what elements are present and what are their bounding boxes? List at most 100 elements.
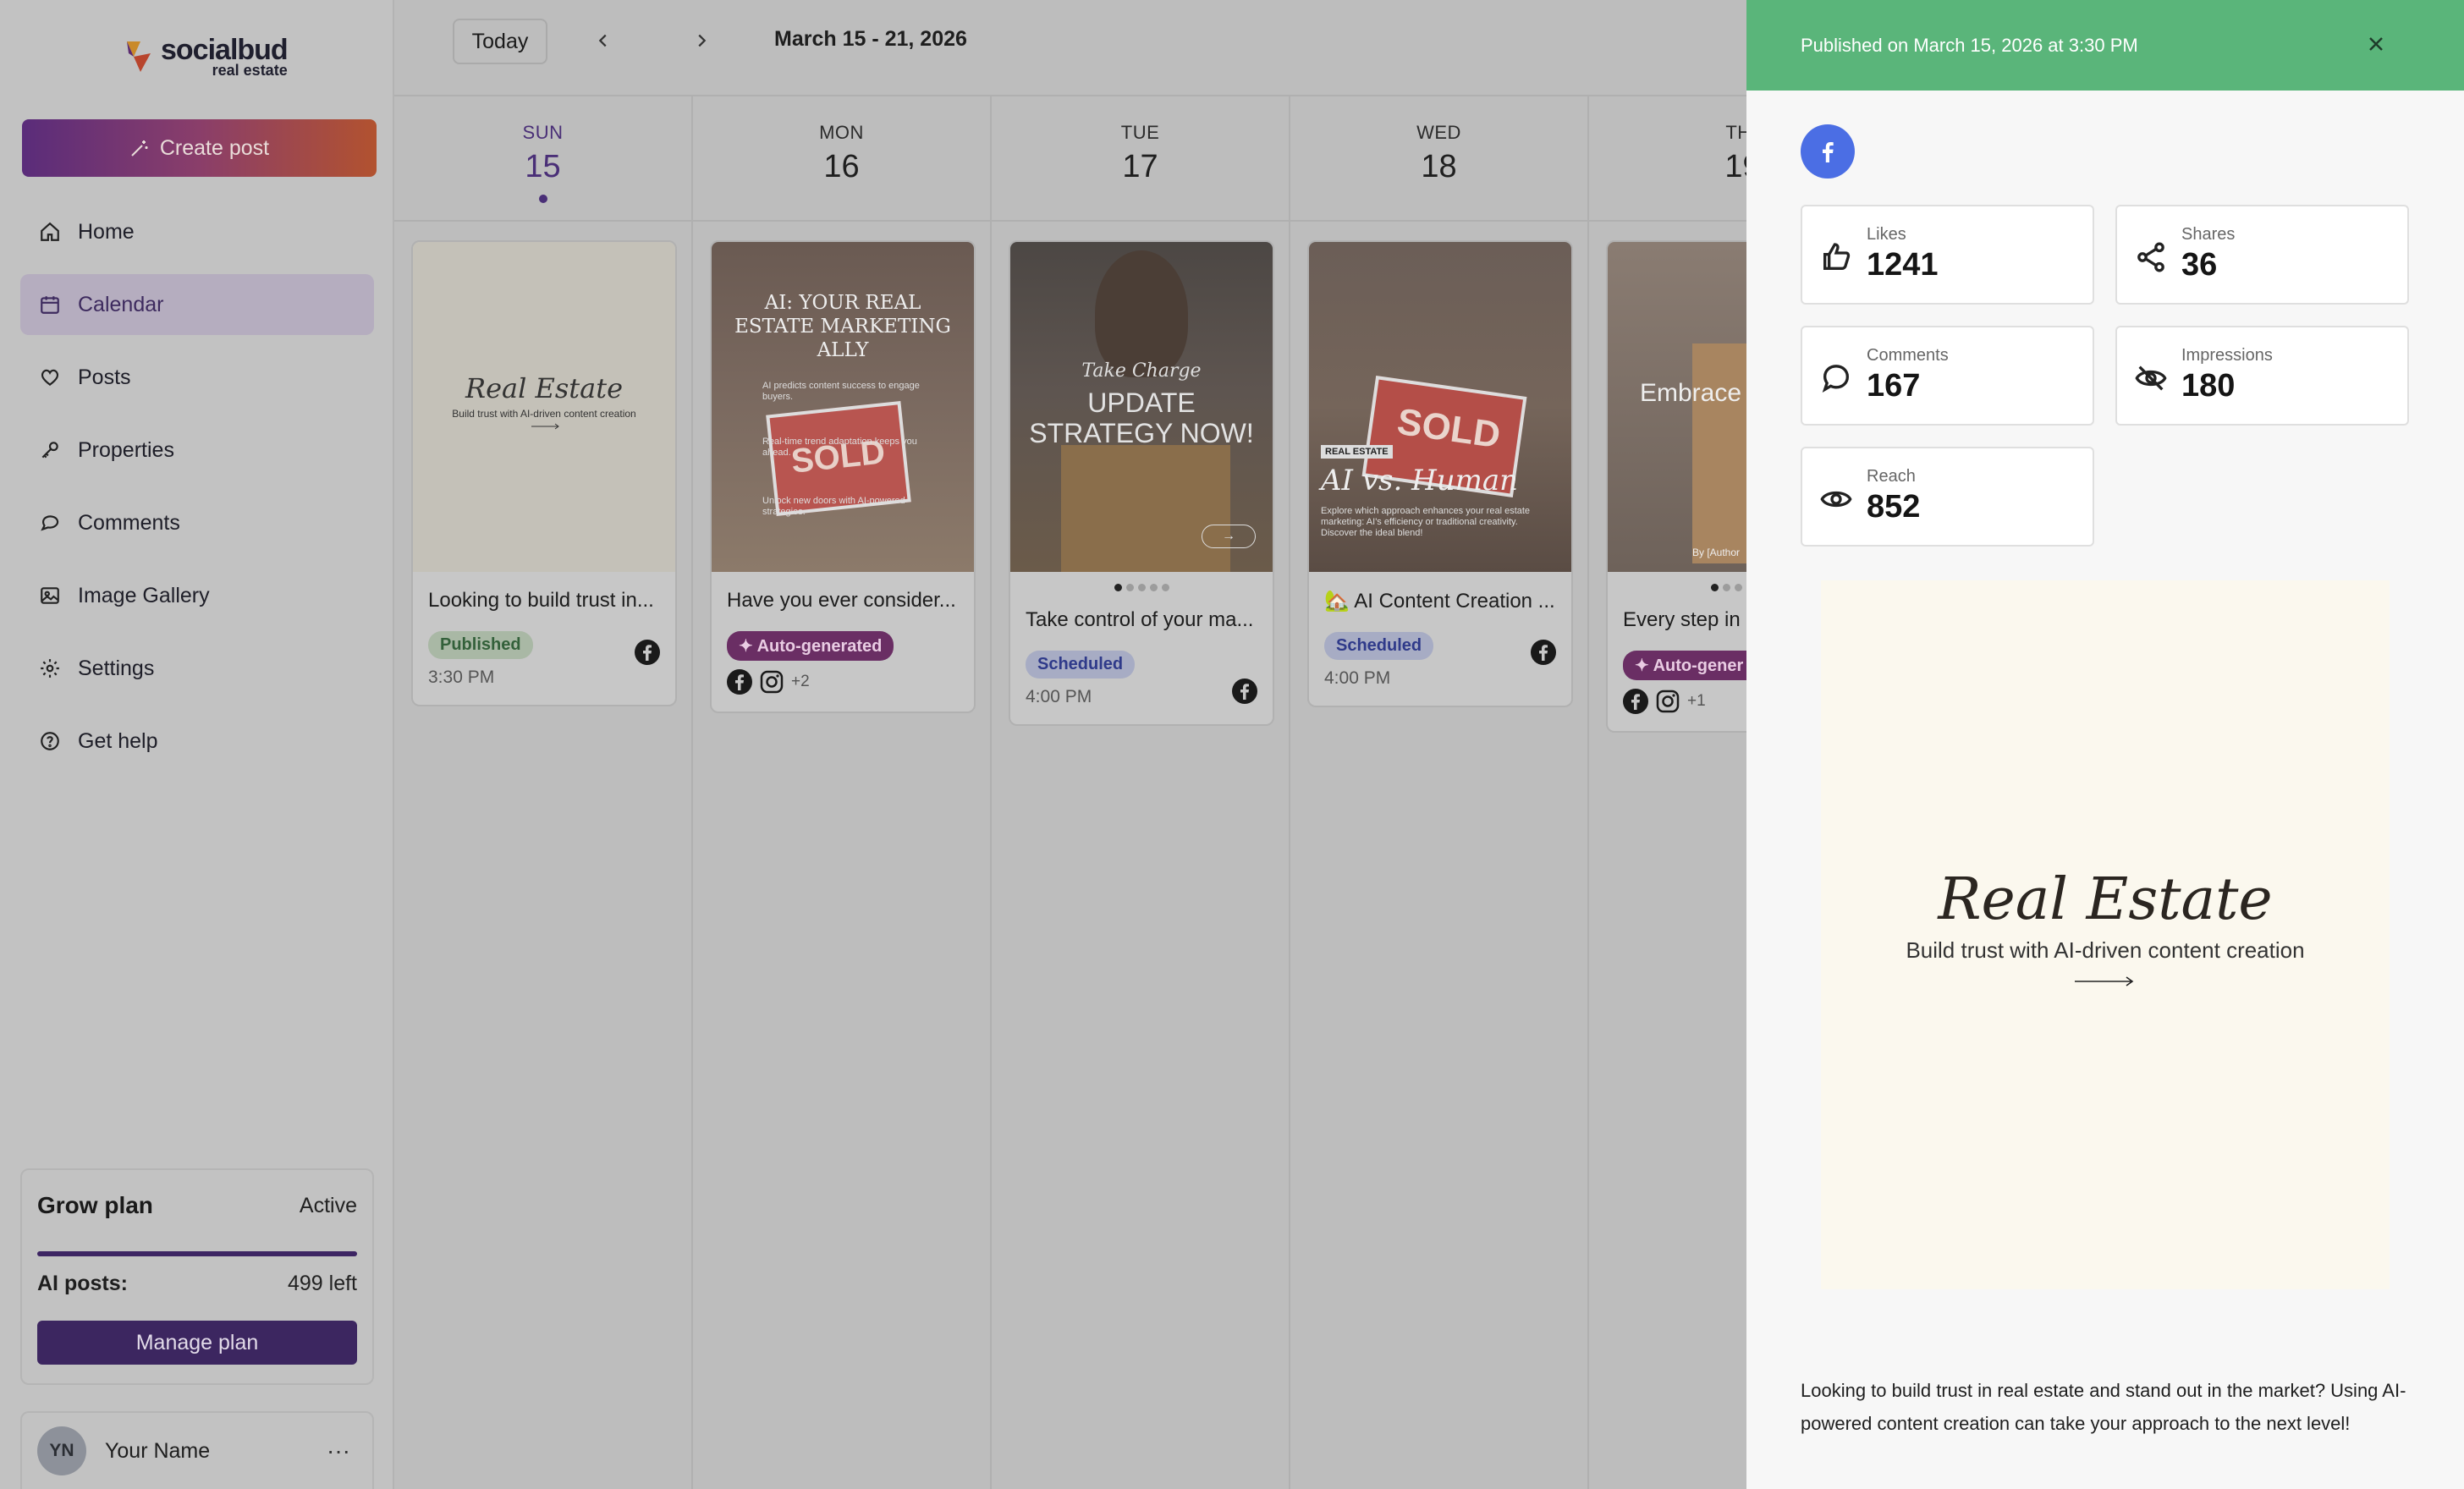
nav-item-home[interactable]: Home <box>20 201 374 262</box>
post-card[interactable]: Real Estate Build trust with AI-driven c… <box>411 240 677 706</box>
publish-status-header: Published on March 15, 2026 at 3:30 PM <box>1746 0 2464 91</box>
metric-value: 36 <box>2181 247 2218 283</box>
metric-value: 180 <box>2181 368 2236 404</box>
plan-card: Grow plan Active AI posts: 499 left Mana… <box>20 1168 374 1385</box>
comment-icon <box>1822 365 1850 393</box>
metric-likes: Likes 1241 <box>1801 205 2094 305</box>
thumb-byline: By [Author <box>1692 547 1741 558</box>
post-card[interactable]: SOLD REAL ESTATE AI vs. Human Explore wh… <box>1307 240 1573 707</box>
previous-week-button[interactable] <box>588 25 619 56</box>
close-icon <box>2369 37 2383 51</box>
nav-item-get-help[interactable]: Get help <box>20 711 374 772</box>
metric-label: Comments <box>1867 346 1949 365</box>
avatar: YN <box>37 1426 86 1475</box>
eye-off-icon <box>2135 365 2167 391</box>
day-column-tue: TUE 17 Take Charge UPDATE STRATEGY NOW! … <box>992 96 1290 1489</box>
nav-item-properties[interactable]: Properties <box>20 420 374 481</box>
post-title: Looking to build trust in... <box>428 589 654 612</box>
sidebar: socialbud real estate Create post Home C… <box>0 0 394 1489</box>
day-header[interactable]: TH 19 <box>1589 96 1746 222</box>
calendar-icon <box>41 296 59 314</box>
image-icon <box>41 587 59 604</box>
carousel-dots[interactable] <box>1010 572 1273 591</box>
thumb-point: Unlock new doors with AI-powered strateg… <box>762 496 905 517</box>
day-header[interactable]: SUN 15 <box>394 96 691 222</box>
chat-icon <box>41 515 59 531</box>
nav-label: Settings <box>78 656 155 680</box>
nav-label: Calendar <box>78 292 164 316</box>
more-options-button[interactable]: ··· <box>327 1437 350 1464</box>
share-icon <box>2137 242 2164 272</box>
nav-label: Get help <box>78 728 158 753</box>
nav-label: Posts <box>78 365 131 389</box>
nav-item-calendar[interactable]: Calendar <box>20 274 374 335</box>
metric-value: 852 <box>1867 489 1921 525</box>
magic-wand-icon <box>131 140 148 157</box>
date-range: March 15 - 21, 2026 <box>774 27 967 51</box>
nav-item-comments[interactable]: Comments <box>20 492 374 553</box>
post-card[interactable]: Take Charge UPDATE STRATEGY NOW! → Take … <box>1009 240 1274 726</box>
brand-logo[interactable]: socialbud real estate <box>124 34 289 78</box>
logo-mark-icon <box>124 38 154 75</box>
status-badge: Published <box>428 631 533 659</box>
metric-value: 167 <box>1867 368 1921 404</box>
status-badge: ✦ Auto-generated <box>727 631 894 661</box>
facebook-icon <box>1823 142 1834 162</box>
plan-usage-bar <box>37 1251 357 1256</box>
preview-title: Real Estate <box>1938 866 2273 933</box>
heart-icon <box>41 369 59 387</box>
create-post-label: Create post <box>159 135 270 160</box>
manage-plan-button[interactable]: Manage plan <box>37 1321 357 1365</box>
metric-label: Reach <box>1867 467 1916 486</box>
badge-label: Auto-gener <box>1653 657 1744 675</box>
calendar-view: Today March 15 - 21, 2026 SUN 15 Real Es… <box>394 0 1746 1489</box>
day-name: TH <box>1725 122 1746 143</box>
arrow-right-icon <box>531 423 559 430</box>
nav-label: Home <box>78 219 135 244</box>
next-week-button[interactable] <box>686 25 717 56</box>
day-name: SUN <box>522 122 564 143</box>
day-header[interactable]: MON 16 <box>693 96 990 222</box>
instagram-icon <box>760 670 784 694</box>
nav-item-settings[interactable]: Settings <box>20 638 374 699</box>
nav-item-posts[interactable]: Posts <box>20 347 374 408</box>
post-time: 3:30 PM <box>428 668 495 687</box>
home-icon <box>41 222 59 241</box>
day-name: WED <box>1416 122 1461 143</box>
status-badge: ✦ Auto-gener <box>1623 651 1746 680</box>
preview-subtitle: Build trust with AI-driven content creat… <box>1906 937 2305 963</box>
brand-name: socialbud <box>161 34 289 66</box>
arrow-right-icon <box>2075 976 2134 986</box>
today-button[interactable]: Today <box>453 19 547 64</box>
thumbs-up-icon <box>1823 243 1851 270</box>
thumb-script: Take Charge <box>1081 360 1202 382</box>
facebook-icon <box>1623 689 1648 714</box>
post-image-preview[interactable]: Real Estate Build trust with AI-driven c… <box>1821 580 2390 1289</box>
day-header[interactable]: TUE 17 <box>992 96 1289 222</box>
metric-comments: Comments 167 <box>1801 326 2094 426</box>
post-thumbnail: Real Estate Build trust with AI-driven c… <box>413 242 675 572</box>
day-column-thu: TH 19 Embrace Y Estate J By [Author Ever… <box>1589 96 1746 1489</box>
nav-label: Image Gallery <box>78 583 210 607</box>
post-title: 🏡 AI Content Creation ... <box>1324 590 1555 613</box>
carousel-dots[interactable] <box>1608 572 1746 591</box>
metric-label: Likes <box>1867 225 1906 244</box>
facebook-icon <box>727 669 752 695</box>
today-indicator <box>538 195 547 203</box>
post-card[interactable]: Embrace Y Estate J By [Author Every step… <box>1606 240 1746 733</box>
day-column-wed: WED 18 SOLD REAL ESTATE AI vs. Human Exp… <box>1290 96 1589 1489</box>
user-card[interactable]: YN Your Name ··· <box>20 1411 374 1489</box>
post-card[interactable]: SOLD AI: YOUR REAL ESTATE MARKETING ALLY… <box>710 240 976 713</box>
chevron-right-icon <box>698 34 707 47</box>
create-post-button[interactable]: Create post <box>22 119 377 177</box>
nav-item-image-gallery[interactable]: Image Gallery <box>20 565 374 626</box>
post-thumbnail: SOLD REAL ESTATE AI vs. Human Explore wh… <box>1309 242 1571 572</box>
thumb-point: Real-time trend adaptation keeps you ahe… <box>762 437 917 458</box>
post-title: Every step in <box>1623 608 1741 631</box>
facebook-platform-badge <box>1801 124 1855 179</box>
eye-icon <box>1820 491 1852 508</box>
close-button[interactable] <box>2362 30 2390 58</box>
thumb-body: Explore which approach enhances your rea… <box>1321 506 1531 538</box>
user-name: Your Name <box>105 1438 211 1463</box>
day-header[interactable]: WED 18 <box>1290 96 1587 222</box>
